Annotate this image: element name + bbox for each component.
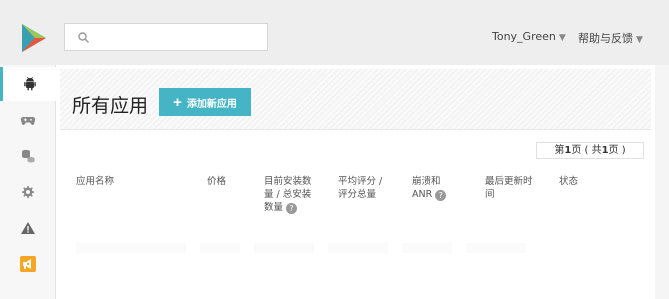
search-box[interactable] xyxy=(64,23,268,51)
sidebar-item-alerts[interactable] xyxy=(0,211,56,245)
add-new-app-button[interactable]: + 添加新应用 xyxy=(159,88,251,116)
warning-icon xyxy=(21,222,35,234)
sidebar-item-finance[interactable] xyxy=(0,139,56,173)
main-content: 所有应用 + 添加新应用 第1页 ( 共1页 ) 应用名称 价格 目前安装数 量… xyxy=(56,65,655,299)
column-header-label: ANR xyxy=(412,189,433,200)
help-icon[interactable]: ? xyxy=(286,203,298,214)
play-logo-icon[interactable] xyxy=(20,22,48,54)
gear-icon xyxy=(22,186,35,199)
sidebar-item-announcements[interactable] xyxy=(0,247,56,281)
header-divider xyxy=(60,129,651,130)
page-title: 所有应用 xyxy=(72,95,149,117)
pagination-middle: 页 ( 共 xyxy=(571,145,602,156)
page-header: 所有应用 + 添加新应用 xyxy=(60,69,651,129)
column-header-label: 价格 xyxy=(207,176,227,187)
pagination-info: 第1页 ( 共1页 ) xyxy=(536,142,644,159)
column-header-status[interactable]: 状态 xyxy=(559,175,578,188)
chevron-down-icon: ▼ xyxy=(558,33,566,43)
side-nav xyxy=(0,65,56,299)
gamepad-icon xyxy=(20,117,36,126)
column-header-app-name[interactable]: 应用名称 xyxy=(76,175,114,188)
column-header-label: 数量 xyxy=(264,202,284,213)
account-menu[interactable]: Tony_Green ▼ xyxy=(492,30,566,43)
placeholder-bar xyxy=(254,243,314,253)
search-input[interactable] xyxy=(95,28,260,46)
help-label: 帮助与反馈 xyxy=(578,32,633,45)
add-new-app-label: 添加新应用 xyxy=(186,98,237,110)
user-name: Tony_Green xyxy=(492,30,556,43)
help-icon[interactable]: ? xyxy=(435,190,447,201)
column-header-label: 目前安装数 xyxy=(264,176,312,187)
sidebar-item-settings[interactable] xyxy=(0,175,56,209)
placeholder-bar xyxy=(200,243,240,253)
loading-placeholder-row xyxy=(76,243,636,257)
announcement-icon xyxy=(20,256,36,272)
plus-icon: + xyxy=(173,93,182,111)
column-header-label: 平均评分 / xyxy=(338,176,383,187)
top-bar: Tony_Green ▼ 帮助与反馈 ▼ xyxy=(0,0,669,65)
column-header-rating[interactable]: 平均评分 / 评分总量 xyxy=(338,175,382,201)
column-header-label: 量 / 总安装 xyxy=(264,189,312,200)
sidebar-item-games[interactable] xyxy=(0,103,56,137)
column-header-installs[interactable]: 目前安装数 量 / 总安装 数量 ? xyxy=(264,175,312,214)
pagination-total: 1 xyxy=(601,145,609,156)
search-icon xyxy=(78,32,89,43)
column-header-label: 最后更新时 xyxy=(485,176,533,187)
column-header-label: 评分总量 xyxy=(338,189,377,200)
column-header-label: 状态 xyxy=(559,176,579,187)
column-header-last-updated[interactable]: 最后更新时 间 xyxy=(485,175,533,201)
placeholder-bar xyxy=(76,243,186,253)
column-header-label: 应用名称 xyxy=(76,176,115,187)
placeholder-bar xyxy=(466,243,526,253)
column-header-label: 间 xyxy=(485,189,495,200)
placeholder-bar xyxy=(328,243,388,253)
android-icon xyxy=(23,76,36,91)
coins-icon xyxy=(22,149,35,163)
chevron-down-icon: ▼ xyxy=(636,35,643,45)
column-header-label: 崩溃和 xyxy=(412,176,441,187)
help-feedback-menu[interactable]: 帮助与反馈 ▼ xyxy=(578,30,643,46)
sidebar-item-all-apps[interactable] xyxy=(0,67,56,101)
column-header-price[interactable]: 价格 xyxy=(207,175,226,188)
pagination-suffix: 页 ) xyxy=(608,145,626,156)
column-header-crashes[interactable]: 崩溃和 ANR ? xyxy=(412,175,447,201)
placeholder-bar xyxy=(402,243,452,253)
pagination-prefix: 第 xyxy=(554,145,565,156)
